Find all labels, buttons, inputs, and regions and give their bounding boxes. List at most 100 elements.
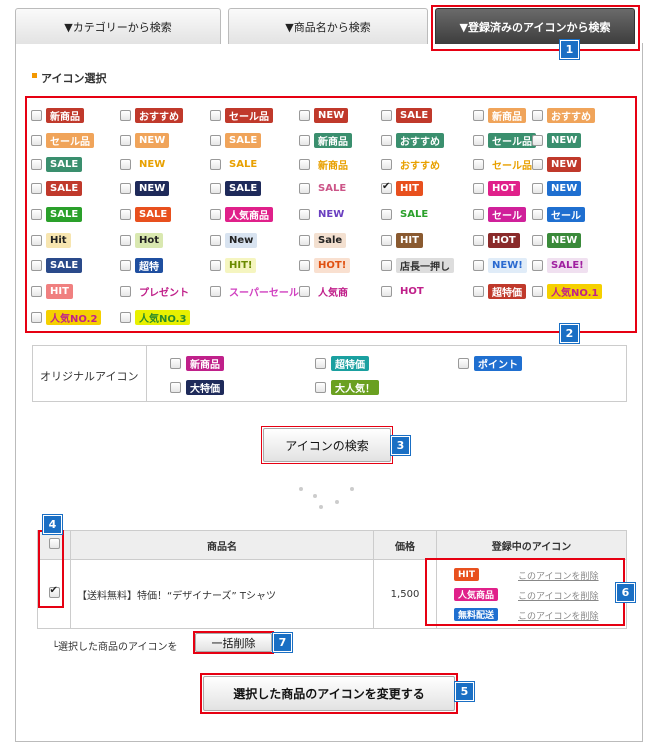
original-icon-badge: 大特価 xyxy=(186,380,224,395)
icon-checkbox[interactable] xyxy=(210,110,221,121)
callout-box-3 xyxy=(261,426,393,464)
original-icon-badge: 超特価 xyxy=(331,356,369,371)
icon-checkbox[interactable] xyxy=(31,135,42,146)
header-product-name: 商品名 xyxy=(70,530,374,560)
icon-badge: SALE xyxy=(46,207,83,222)
icon-badge: 人気NO.2 xyxy=(46,310,102,325)
icon-checkbox[interactable] xyxy=(299,286,310,297)
callout-box-6 xyxy=(425,558,625,626)
icon-checkbox[interactable] xyxy=(473,110,484,121)
icon-badge: 人気商 xyxy=(318,288,348,299)
icon-checkbox[interactable] xyxy=(532,286,543,297)
icon-checkbox[interactable] xyxy=(299,135,310,146)
icon-checkbox[interactable] xyxy=(31,159,42,170)
icon-checkbox[interactable] xyxy=(31,235,42,246)
icon-checkbox[interactable] xyxy=(532,183,543,194)
icon-checkbox[interactable] xyxy=(381,209,392,220)
icon-badge: セール品 xyxy=(492,161,532,172)
icon-checkbox[interactable] xyxy=(31,183,42,194)
icon-badge: プレゼント xyxy=(139,288,189,299)
icon-checkbox[interactable] xyxy=(473,135,484,146)
original-icon-checkbox[interactable] xyxy=(458,358,469,369)
icon-checkbox[interactable] xyxy=(120,235,131,246)
original-icon-checkbox[interactable] xyxy=(170,358,181,369)
icon-checkbox[interactable] xyxy=(381,159,392,170)
icon-checkbox[interactable] xyxy=(381,181,392,194)
icon-checkbox[interactable] xyxy=(532,135,543,146)
icon-badge: NEW xyxy=(547,157,582,172)
icon-badge: NEW xyxy=(547,181,582,196)
icon-checkbox[interactable] xyxy=(210,209,221,220)
icon-checkbox[interactable] xyxy=(473,183,484,194)
icon-badge: おすすめ xyxy=(400,161,440,172)
icon-badge: NEW xyxy=(135,133,170,148)
icon-badge: HOT xyxy=(488,233,520,248)
icon-checkbox[interactable] xyxy=(299,260,310,271)
icon-checkbox[interactable] xyxy=(299,209,310,220)
icon-checkbox[interactable] xyxy=(473,286,484,297)
icon-checkbox[interactable] xyxy=(299,110,310,121)
icon-badge: 人気NO.1 xyxy=(547,284,603,299)
header-registered-icons: 登録中のアイコン xyxy=(436,530,627,560)
original-icon-checkbox[interactable] xyxy=(170,382,181,393)
icon-checkbox[interactable] xyxy=(473,209,484,220)
icon-checkbox[interactable] xyxy=(299,235,310,246)
icon-checkbox[interactable] xyxy=(120,209,131,220)
icon-badge: HIT xyxy=(396,233,423,248)
icon-checkbox[interactable] xyxy=(120,159,131,170)
original-icon-checkbox[interactable] xyxy=(315,358,326,369)
icon-checkbox[interactable] xyxy=(210,159,221,170)
original-icon-checkbox[interactable] xyxy=(315,382,326,393)
tab-label: ▼商品名から検索 xyxy=(285,20,371,34)
icon-checkbox[interactable] xyxy=(473,159,484,170)
icon-badge: SALE xyxy=(46,157,83,172)
icon-checkbox[interactable] xyxy=(31,286,42,297)
icon-checkbox[interactable] xyxy=(120,135,131,146)
tab-product-name-search[interactable]: ▼商品名から検索 xyxy=(228,8,428,44)
icon-badge: スーパーセール xyxy=(229,288,299,299)
icon-checkbox[interactable] xyxy=(381,260,392,271)
icon-checkbox[interactable] xyxy=(210,286,221,297)
icon-checkbox[interactable] xyxy=(381,235,392,246)
icon-checkbox[interactable] xyxy=(31,209,42,220)
section-title: アイコン選択 xyxy=(41,72,107,85)
icon-badge: NEW! xyxy=(488,258,527,273)
icon-badge: セール xyxy=(488,207,526,222)
icon-badge: SALE xyxy=(225,181,262,196)
icon-badge: HOT xyxy=(400,286,424,297)
icon-checkbox[interactable] xyxy=(532,209,543,220)
icon-checkbox[interactable] xyxy=(381,110,392,121)
icon-badge: HOT xyxy=(488,181,520,196)
icon-checkbox[interactable] xyxy=(473,260,484,271)
icon-checkbox[interactable] xyxy=(120,260,131,271)
icon-badge: NEW xyxy=(139,159,166,170)
icon-checkbox[interactable] xyxy=(31,110,42,121)
icon-checkbox[interactable] xyxy=(532,110,543,121)
icon-checkbox[interactable] xyxy=(210,183,221,194)
icon-checkbox[interactable] xyxy=(120,110,131,121)
tab-label: ▼カテゴリーから検索 xyxy=(64,20,172,34)
icon-checkbox[interactable] xyxy=(532,159,543,170)
callout-5: 5 xyxy=(455,682,474,701)
icon-checkbox[interactable] xyxy=(120,183,131,194)
icon-checkbox[interactable] xyxy=(31,312,42,323)
tab-category-search[interactable]: ▼カテゴリーから検索 xyxy=(15,8,221,44)
icon-badge: 店長一押し xyxy=(396,258,454,273)
icon-checkbox[interactable] xyxy=(532,260,543,271)
icon-checkbox[interactable] xyxy=(299,183,310,194)
icon-checkbox[interactable] xyxy=(381,286,392,297)
icon-checkbox[interactable] xyxy=(120,286,131,297)
icon-badge: SALE xyxy=(46,258,83,273)
icon-checkbox[interactable] xyxy=(381,135,392,146)
header-price: 価格 xyxy=(373,530,437,560)
icon-checkbox[interactable] xyxy=(31,260,42,271)
icon-checkbox[interactable] xyxy=(210,260,221,271)
icon-checkbox[interactable] xyxy=(120,312,131,323)
icon-checkbox[interactable] xyxy=(532,235,543,246)
icon-checkbox[interactable] xyxy=(473,235,484,246)
original-icon-badge: 新商品 xyxy=(186,356,224,371)
icon-checkbox[interactable] xyxy=(210,135,221,146)
icon-checkbox[interactable] xyxy=(210,235,221,246)
icon-checkbox[interactable] xyxy=(299,159,310,170)
icon-badge: SALE xyxy=(46,181,83,196)
